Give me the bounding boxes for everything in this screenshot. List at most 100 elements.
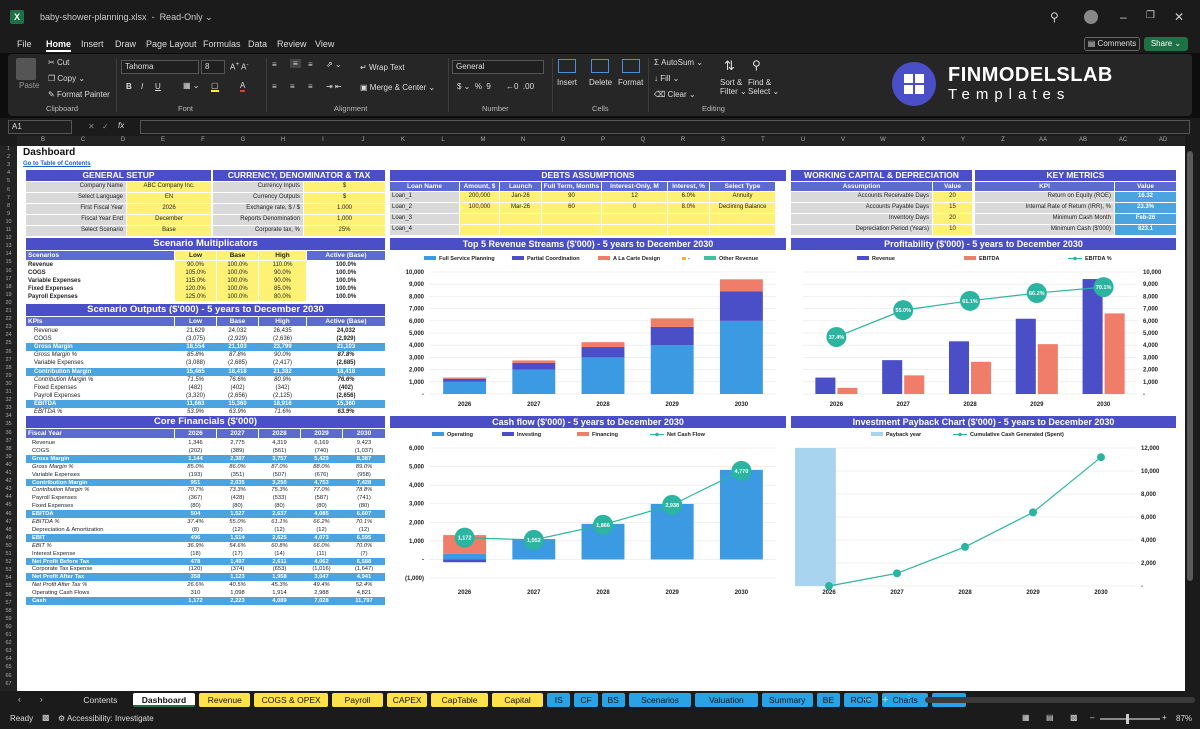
debts-cell[interactable]: 6.0% (668, 192, 709, 202)
fx-icon[interactable]: fx (118, 121, 124, 130)
tab-dashboard[interactable]: Dashboard (132, 693, 196, 707)
column-header-R[interactable]: R (663, 137, 703, 143)
zoom-slider[interactable] (1100, 714, 1160, 724)
menu-data[interactable]: Data (248, 39, 267, 49)
column-header-AB[interactable]: AB (1063, 137, 1103, 143)
format-painter-button[interactable]: ✎ Format Painter (48, 90, 110, 99)
row-header[interactable]: 13 (1, 243, 16, 249)
column-header-C[interactable]: C (63, 137, 103, 143)
row-header[interactable]: 9 (1, 211, 16, 217)
italic-button[interactable]: I (141, 82, 143, 91)
delete-cells-icon[interactable] (591, 59, 609, 73)
row-header[interactable]: 21 (1, 308, 16, 314)
row-header[interactable]: 27 (1, 357, 16, 363)
debts-cell[interactable] (602, 225, 667, 235)
row-header[interactable]: 38 (1, 446, 16, 452)
scen-mult-cell[interactable]: 100.0% (217, 269, 258, 277)
normal-view-icon[interactable]: ▦ (1022, 713, 1030, 722)
grow-font-icon[interactable]: A+ A- (230, 61, 249, 72)
row-header[interactable]: 50 (1, 543, 16, 549)
scen-mult-cell[interactable]: 85.0% (259, 285, 306, 293)
column-header-H[interactable]: H (263, 137, 303, 143)
vertical-scrollbar[interactable] (1186, 146, 1194, 686)
debts-cell[interactable] (668, 225, 709, 235)
row-header[interactable]: 64 (1, 656, 16, 662)
row-header[interactable]: 5 (1, 178, 16, 184)
debts-cell[interactable] (710, 214, 775, 224)
debts-cell[interactable]: Annuity (710, 192, 775, 202)
row-header[interactable]: 25 (1, 340, 16, 346)
indent-icon[interactable]: ⇥ ⇤ (326, 82, 342, 91)
scen-mult-cell[interactable]: 90.0% (259, 277, 306, 285)
scen-mult-cell[interactable]: 100.0% (217, 293, 258, 301)
debts-cell[interactable] (460, 225, 499, 235)
column-header-G[interactable]: G (223, 137, 263, 143)
copy-button[interactable]: ❐ Copy ⌄ (48, 74, 85, 83)
row-header[interactable]: 4 (1, 170, 16, 176)
cancel-icon[interactable]: ✕ (88, 122, 95, 131)
number-format-select[interactable]: General (452, 60, 544, 74)
column-header-K[interactable]: K (383, 137, 423, 143)
insert-cells-icon[interactable] (558, 59, 576, 73)
column-header-O[interactable]: O (543, 137, 583, 143)
dashboard-sheet[interactable]: Dashboard Go to Table of Contents GENERA… (17, 146, 1185, 691)
menu-view[interactable]: View (315, 39, 334, 49)
tab-roic[interactable]: ROIC (844, 693, 879, 707)
profitability-chart[interactable]: Profitability ($'000) - 5 years to Decem… (791, 238, 1176, 412)
row-header[interactable]: 55 (1, 583, 16, 589)
tab-valuation[interactable]: Valuation (695, 693, 758, 707)
debts-cell[interactable]: 200,000 (460, 192, 499, 202)
search-icon[interactable]: ⚲ (1050, 10, 1059, 24)
horizontal-scrollbar[interactable] (925, 697, 1195, 703)
row-header[interactable]: 28 (1, 365, 16, 371)
align-right-icon[interactable]: ≡ (308, 82, 313, 91)
row-header[interactable]: 22 (1, 316, 16, 322)
menu-review[interactable]: Review (277, 39, 307, 49)
row-header[interactable]: 48 (1, 527, 16, 533)
scen-mult-cell[interactable]: 105.0% (175, 269, 216, 277)
tab-prev-icon[interactable]: ‹ (18, 695, 21, 704)
row-header[interactable]: 65 (1, 664, 16, 670)
find-select-button[interactable]: Find & Select ⌄ (748, 78, 779, 96)
row-header[interactable]: 52 (1, 559, 16, 565)
column-header-U[interactable]: U (783, 137, 823, 143)
debts-cell[interactable]: 100,000 (460, 203, 499, 213)
column-header-L[interactable]: L (423, 137, 463, 143)
debts-cell[interactable]: 0 (602, 203, 667, 213)
tab-cf[interactable]: CF (574, 693, 598, 707)
row-header[interactable]: 57 (1, 600, 16, 606)
debts-cell[interactable]: Mar-26 (500, 203, 541, 213)
column-header-F[interactable]: F (183, 137, 223, 143)
tab-revenue[interactable]: Revenue (199, 693, 251, 707)
row-header[interactable]: 23 (1, 324, 16, 330)
column-header-AA[interactable]: AA (1023, 137, 1063, 143)
debts-cell[interactable]: 12 (602, 192, 667, 202)
scen-mult-cell[interactable]: 100.0% (217, 261, 258, 269)
tab-capex[interactable]: CAPEX (387, 693, 428, 707)
debts-cell[interactable] (542, 225, 601, 235)
scen-mult-cell[interactable]: 110.0% (259, 261, 306, 269)
row-header[interactable]: 44 (1, 494, 16, 500)
cash-flow-chart[interactable]: Cash flow ($'000) - 5 years to December … (390, 416, 786, 601)
setup-value[interactable]: $ (304, 182, 385, 192)
row-header[interactable]: 63 (1, 648, 16, 654)
format-cells-button[interactable]: Format (618, 78, 643, 87)
wc-value[interactable]: 15 (933, 203, 972, 213)
scen-mult-cell[interactable]: 80.0% (259, 293, 306, 301)
page-break-view-icon[interactable]: ▩ (1070, 713, 1078, 722)
column-header-S[interactable]: S (703, 137, 743, 143)
wrap-text-button[interactable]: ↵ Wrap Text (360, 63, 405, 72)
sort-filter-button[interactable]: Sort & Filter ⌄ (720, 78, 747, 96)
column-header-V[interactable]: V (823, 137, 863, 143)
macro-icon[interactable]: ▩ (42, 713, 50, 722)
column-header-AD[interactable]: AD (1143, 137, 1183, 143)
row-header[interactable]: 18 (1, 284, 16, 290)
row-header[interactable]: 6 (1, 187, 16, 193)
delete-cells-button[interactable]: Delete (589, 78, 612, 87)
align-top-icon[interactable]: ≡ (272, 60, 277, 69)
tab-payroll[interactable]: Payroll (332, 693, 384, 707)
revenue-streams-chart[interactable]: Top 5 Revenue Streams ($'000) - 5 years … (390, 238, 786, 412)
align-bottom-icon[interactable]: ≡ (308, 60, 313, 69)
row-header[interactable]: 37 (1, 438, 16, 444)
row-header[interactable]: 29 (1, 373, 16, 379)
